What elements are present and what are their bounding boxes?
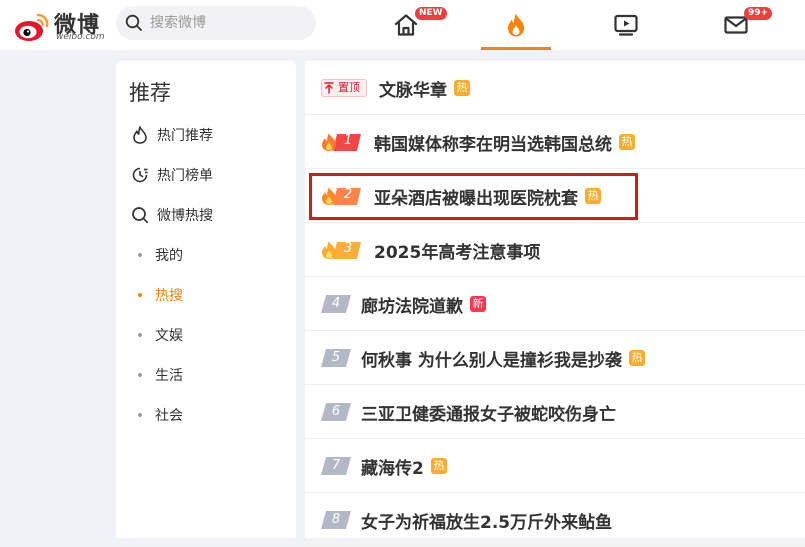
rank-number: 3 (343, 241, 353, 256)
hot-item-title: 女子为祈福放生2.5万斤外来鲇鱼 (361, 512, 613, 533)
bullet-dot (138, 253, 142, 257)
weibo-logo[interactable]: 微博 weibo.com (14, 7, 105, 43)
hot-tag: 热 (628, 350, 645, 366)
rank-badge: 2 (321, 186, 361, 206)
bullet-dot (138, 373, 142, 377)
sidebar-subitem-label: 文娱 (155, 328, 183, 344)
hot-tag: 热 (619, 134, 635, 150)
active-tab-indicator (481, 47, 551, 50)
hot-tag: 热 (454, 80, 470, 96)
hot-tag: 热 (430, 458, 447, 474)
rank-badge: 6 (321, 402, 351, 422)
sidebar-item-label: 热门榜单 (157, 168, 213, 184)
sidebar-subitem-label: 社会 (155, 408, 183, 424)
flame-icon (508, 13, 524, 37)
bullet-dot (138, 293, 142, 297)
hot-item-row[interactable]: 1 韩国媒体称李在明当选韩国总统 热 (305, 115, 805, 169)
nav-messages[interactable]: 99+ (701, 0, 773, 50)
logo-subtext: weibo.com (56, 32, 105, 42)
sidebar-item-label: 热门推荐 (157, 128, 213, 144)
sidebar-subitem-hot-search[interactable]: 热搜 (138, 283, 183, 307)
rank-number: 8 (331, 512, 341, 527)
new-tag: 新 (470, 296, 486, 312)
hot-item-row[interactable]: 3 2025年高考注意事项 (305, 223, 805, 277)
rank-badge: 3 (321, 240, 361, 260)
nav-hot[interactable] (481, 0, 551, 50)
pinned-badge-label: 置顶 (338, 81, 360, 94)
search-icon (130, 205, 150, 225)
hot-search-list: 置顶 文脉华章 热 1 韩国媒体称李在明当选韩国总统 热 2 亚朵酒店被曝出现医… (305, 61, 805, 547)
bullet-dot (138, 413, 142, 417)
sidebar-item-label: 微博热搜 (157, 208, 213, 224)
hot-item-row[interactable]: 7 藏海传2 热 (305, 439, 805, 493)
sidebar-subitem-society[interactable]: 社会 (138, 403, 183, 427)
hot-item-title: 三亚卫健委通报女子被蛇咬伤身亡 (361, 404, 616, 425)
hot-item-title: 廊坊法院道歉 (361, 296, 463, 317)
message-count-badge: 99+ (744, 7, 773, 20)
bullet-dot (138, 333, 142, 337)
rank-badge: 8 (321, 510, 351, 530)
rank-number: 4 (331, 296, 341, 311)
hot-item-title: 何秋事 为什么别人是撞衫我是抄袭 (361, 350, 622, 371)
rank-number: 1 (343, 133, 353, 148)
hot-item-row[interactable]: 8 女子为祈福放生2.5万斤外来鲇鱼 (305, 493, 805, 547)
hot-item-row[interactable]: 2 亚朵酒店被曝出现医院枕套 热 (305, 169, 805, 223)
rank-badge: 4 (321, 294, 351, 314)
rank-number: 7 (331, 458, 341, 473)
sidebar-title: 推荐 (129, 81, 171, 105)
search-input[interactable] (150, 6, 310, 40)
sidebar-subitem-label: 热搜 (155, 288, 183, 304)
new-badge: NEW (415, 7, 447, 20)
rank-number: 2 (343, 187, 353, 202)
nav-home[interactable]: NEW (371, 0, 447, 50)
hot-item-row[interactable]: 6 三亚卫健委通报女子被蛇咬伤身亡 (305, 385, 805, 439)
pinned-badge: 置顶 (321, 79, 367, 97)
top-nav-bar: 微博 weibo.com NEW (0, 0, 805, 50)
search-icon (125, 14, 142, 31)
sidebar-item-hot-recommend[interactable]: 热门推荐 (130, 123, 213, 147)
rank-number: 6 (331, 404, 341, 419)
video-icon (614, 14, 638, 36)
sidebar-subitem-life[interactable]: 生活 (138, 363, 183, 387)
hot-item-title: 韩国媒体称李在明当选韩国总统 (374, 134, 612, 155)
sidebar-subitem-label: 我的 (155, 248, 183, 264)
hot-item-title: 藏海传2 (361, 458, 424, 479)
hot-item-title: 2025年高考注意事项 (374, 242, 541, 263)
rank-badge: 5 (321, 348, 351, 368)
search-box[interactable] (116, 6, 316, 40)
pinned-row[interactable]: 置顶 文脉华章 热 (305, 61, 805, 115)
flame-outline-icon (130, 125, 150, 145)
nav-video[interactable] (591, 0, 661, 50)
hot-item-title: 亚朵酒店被曝出现医院枕套 (374, 188, 578, 209)
hot-item-title: 文脉华章 (379, 80, 447, 101)
sidebar-subitem-mine[interactable]: 我的 (138, 243, 183, 267)
sidebar-subitem-label: 生活 (155, 368, 183, 384)
sidebar-item-weibo-hot-search[interactable]: 微博热搜 (130, 203, 213, 227)
weibo-eye-logo-icon (15, 13, 49, 41)
rank-badge: 1 (321, 132, 361, 152)
clock-list-icon (130, 165, 150, 185)
hot-item-row[interactable]: 5 何秋事 为什么别人是撞衫我是抄袭 热 (305, 331, 805, 385)
rank-number: 5 (331, 350, 341, 365)
hot-tag: 热 (585, 188, 601, 204)
rank-badge: 7 (321, 456, 351, 476)
sidebar-item-hot-list[interactable]: 热门榜单 (130, 163, 213, 187)
sidebar: 推荐 热门推荐 热门榜单 微博热搜 我的 热搜 文娱 生活 社会 (116, 61, 296, 538)
hot-item-row[interactable]: 4 廊坊法院道歉 新 (305, 277, 805, 331)
sidebar-subitem-entertainment[interactable]: 文娱 (138, 323, 183, 347)
